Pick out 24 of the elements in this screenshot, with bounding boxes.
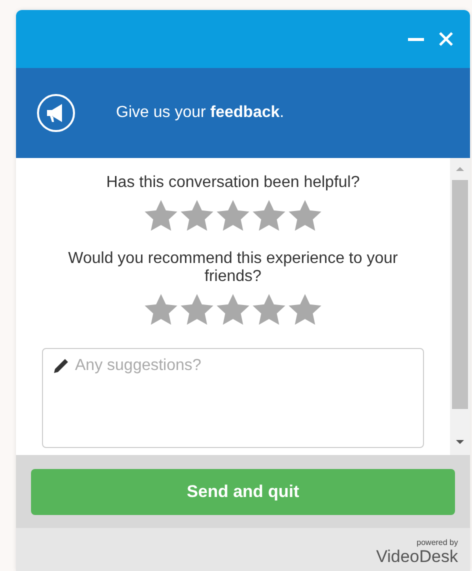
close-icon[interactable] [438,31,454,47]
question-text: Has this conversation been helpful? [105,174,361,192]
suggestions-field[interactable]: Any suggestions? [42,348,424,448]
powered-by-text: powered by [416,538,458,547]
star-icon[interactable] [288,200,322,232]
star-icon[interactable] [252,200,286,232]
question-text: Would you recommend this experience to your friends? [67,250,399,286]
star-icon[interactable] [180,294,214,326]
star-icon[interactable] [216,294,250,326]
megaphone-icon [36,93,76,133]
header-title: Give us your feedback. [116,104,284,122]
star-icon[interactable] [252,294,286,326]
scroll-down-icon[interactable] [456,439,464,445]
minimize-icon[interactable] [408,37,424,41]
send-button[interactable]: Send and quit [31,468,455,514]
scrollbar[interactable] [450,158,470,455]
scroll-up-icon[interactable] [456,166,464,172]
star-icon[interactable] [144,200,178,232]
brand-name: VideoDesk [376,547,458,567]
star-icon[interactable] [288,294,322,326]
star-icon[interactable] [180,200,214,232]
star-icon[interactable] [216,200,250,232]
pencil-icon [52,357,70,375]
star-icon[interactable] [144,294,178,326]
